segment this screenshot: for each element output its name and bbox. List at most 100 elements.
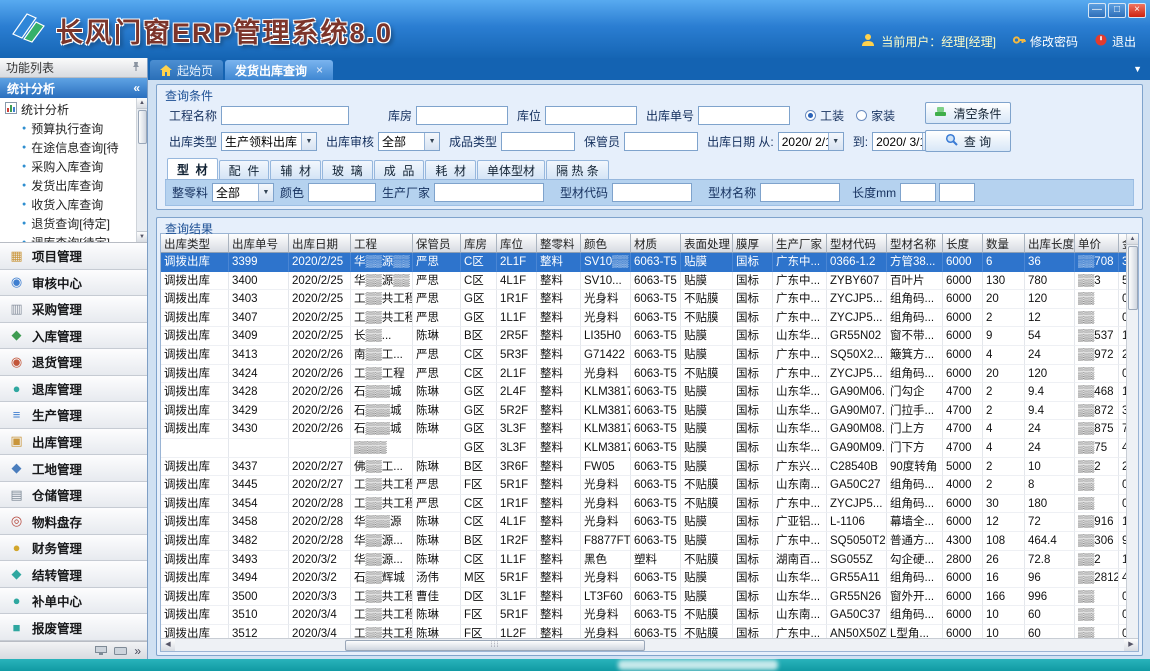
chevron-down-icon[interactable]	[301, 133, 316, 150]
search-button[interactable]: 查 询	[925, 130, 1011, 152]
scrollbar-thumb[interactable]	[138, 110, 147, 144]
table-row[interactable]: 调拨出库34092020/2/25长▒▒...陈琳B区2R5F整料LI35H06…	[161, 327, 1126, 346]
audit-status-select[interactable]: 全部	[378, 132, 440, 151]
column-header[interactable]: 库房	[461, 234, 497, 253]
table-row[interactable]: 调拨出库34582020/2/28华▒▒▒源陈琳C区4L1F整料光身料6063-…	[161, 513, 1126, 532]
column-header[interactable]: 材质	[631, 234, 681, 253]
table-row[interactable]: 调拨出库34452020/2/27工▒▒共工程严思F区5R1F整料光身料6063…	[161, 476, 1126, 495]
sidebar-module[interactable]: ◆结转管理	[0, 561, 147, 588]
collapse-icon[interactable]: «	[133, 81, 140, 95]
chevron-right-icon[interactable]: »	[134, 644, 141, 658]
table-row[interactable]: 调拨出库34032020/2/25工▒▒共工程严思G区1R1F整料光身料6063…	[161, 290, 1126, 309]
column-header[interactable]: 颜色	[581, 234, 631, 253]
scrollbar-thumb[interactable]: ⁞⁞⁞	[345, 640, 645, 651]
manufacturer-input[interactable]	[434, 183, 544, 202]
chevron-down-icon[interactable]	[828, 133, 843, 150]
chevron-down-icon[interactable]: ▼	[1133, 64, 1142, 74]
clear-conditions-button[interactable]: 清空条件	[925, 102, 1011, 124]
date-from-picker[interactable]: 2020/ 2/16	[778, 132, 844, 151]
column-header[interactable]: 出库长度	[1025, 234, 1075, 253]
material-tab[interactable]: 隔 热 条	[546, 160, 609, 179]
table-row[interactable]: ▒▒▒▒G区3L3F整料KLM38176063-T5贴膜国标山东华...GA90…	[161, 439, 1126, 458]
warehouse-input[interactable]	[416, 106, 508, 125]
tree-item[interactable]: ●调库查询[待定]	[5, 233, 135, 243]
table-row[interactable]: 调拨出库34822020/2/28华▒▒源...陈琳B区1R2F整料F8877F…	[161, 532, 1126, 551]
tree-scrollbar[interactable]: ▲ ▼	[136, 98, 147, 242]
chevron-down-icon[interactable]	[258, 184, 273, 201]
chevron-down-icon[interactable]	[424, 133, 439, 150]
column-header[interactable]: 保管员	[413, 234, 461, 253]
scroll-down-icon[interactable]: ▼	[137, 231, 148, 242]
table-row[interactable]: 调拨出库34002020/2/25华▒▒源▒▒严思C区4L1F整料SV10...…	[161, 272, 1126, 291]
column-header[interactable]: 出库日期	[289, 234, 351, 253]
tree-item[interactable]: ●发货出库查询	[5, 176, 135, 195]
column-header[interactable]: 出库单号	[229, 234, 289, 253]
table-row[interactable]: 调拨出库34072020/2/25工▒▒共工程严思G区1L1F整料光身料6063…	[161, 309, 1126, 328]
monitor-icon[interactable]	[95, 644, 107, 658]
sidebar-module[interactable]: ▥采购管理	[0, 296, 147, 323]
scrollbar-thumb[interactable]	[1128, 246, 1138, 310]
length-max-input[interactable]	[939, 183, 975, 202]
sidebar-module[interactable]: ▦项目管理	[0, 243, 147, 270]
horizontal-scrollbar[interactable]: ◀ ⁞⁞⁞ ▶	[161, 638, 1138, 651]
table-row[interactable]: 调拨出库34372020/2/27佛▒▒工...陈琳B区3R6F整料FW0560…	[161, 458, 1126, 477]
table-row[interactable]: 调拨出库34132020/2/26南▒▒工...严思C区5R3F整料G71422…	[161, 346, 1126, 365]
whole-piece-select[interactable]: 全部	[212, 183, 274, 202]
minimize-button[interactable]: —	[1088, 3, 1106, 18]
radio-industrial[interactable]	[805, 110, 816, 121]
outbound-order-no-input[interactable]	[698, 106, 790, 125]
logout-button[interactable]: 退出	[1094, 33, 1136, 50]
column-header[interactable]: 数量	[983, 234, 1025, 253]
outbound-type-select[interactable]: 生产领料出库	[221, 132, 317, 151]
vertical-scrollbar[interactable]: ▲	[1126, 234, 1138, 638]
scroll-up-icon[interactable]: ▲	[1127, 234, 1138, 245]
table-row[interactable]: 调拨出库34292020/2/26石▒▒▒城陈琳G区5R2F整料KLM38176…	[161, 402, 1126, 421]
column-header[interactable]: 库位	[497, 234, 537, 253]
table-row[interactable]: 调拨出库34282020/2/26石▒▒▒城陈琳G区2L4F整料KLM38176…	[161, 383, 1126, 402]
tab-start-page[interactable]: 起始页	[150, 60, 223, 80]
scroll-up-icon[interactable]: ▲	[137, 98, 148, 109]
keyboard-icon[interactable]	[114, 644, 127, 658]
project-name-input[interactable]	[221, 106, 349, 125]
table-row[interactable]: 调拨出库35122020/3/4工▒▒共工程陈琳F区1L2F整料光身料6063-…	[161, 625, 1126, 638]
column-header[interactable]: 型材代码	[827, 234, 887, 253]
column-header[interactable]: 型材名称	[887, 234, 943, 253]
location-input[interactable]	[545, 106, 637, 125]
sidebar-module[interactable]: ◆工地管理	[0, 455, 147, 482]
length-min-input[interactable]	[900, 183, 936, 202]
table-row[interactable]: 调拨出库34542020/2/28工▒▒共工程严思C区1R1F整料光身料6063…	[161, 495, 1126, 514]
sidebar-module[interactable]: ◉退货管理	[0, 349, 147, 376]
sidebar-module[interactable]: ●退库管理	[0, 376, 147, 403]
column-header[interactable]: 金额	[1119, 234, 1126, 253]
material-tab[interactable]: 玻 璃	[322, 160, 373, 179]
column-header[interactable]: 工程	[351, 234, 413, 253]
column-header[interactable]: 长度	[943, 234, 983, 253]
material-tab[interactable]: 成 品	[374, 160, 425, 179]
table-row[interactable]: 调拨出库33992020/2/25华▒▒源▒▒严思C区2L1F整料SV10▒▒6…	[161, 253, 1126, 272]
table-row[interactable]: 调拨出库34242020/2/26工▒▒工程严思C区2L1F整料光身料6063-…	[161, 365, 1126, 384]
profile-code-input[interactable]	[612, 183, 692, 202]
column-header[interactable]: 膜厚	[733, 234, 773, 253]
table-row[interactable]: 调拨出库35102020/3/4工▒▒共工程陈琳F区5R1F整料光身料6063-…	[161, 606, 1126, 625]
material-tab[interactable]: 型 材	[167, 158, 218, 179]
color-input[interactable]	[308, 183, 376, 202]
sidebar-module[interactable]: ●财务管理	[0, 535, 147, 562]
maximize-button[interactable]: □	[1108, 3, 1126, 18]
change-password-link[interactable]: 修改密码	[1012, 33, 1078, 50]
tree-item[interactable]: ●在途信息查询[待	[5, 138, 135, 157]
material-tab[interactable]: 单体型材	[477, 160, 545, 179]
close-button[interactable]: ×	[1128, 3, 1146, 18]
tree-item[interactable]: ●收货入库查询	[5, 195, 135, 214]
close-tab-icon[interactable]: ×	[316, 63, 323, 77]
sidebar-module[interactable]: ◆入库管理	[0, 323, 147, 350]
profile-name-input[interactable]	[760, 183, 840, 202]
product-type-input[interactable]	[501, 132, 575, 151]
scroll-right-icon[interactable]: ▶	[1124, 639, 1138, 651]
table-row[interactable]: 调拨出库35002020/3/3工▒▒共工程曹佳D区3L1F整料LT3F6060…	[161, 588, 1126, 607]
table-row[interactable]: 调拨出库34932020/3/2华▒▒源...陈琳C区1L1F整料黑色塑料不贴膜…	[161, 551, 1126, 570]
sidebar-module[interactable]: ◎物料盘存	[0, 508, 147, 535]
sidebar-group-statistics[interactable]: 统计分析 «	[0, 78, 147, 98]
column-header[interactable]: 表面处理	[681, 234, 733, 253]
table-row[interactable]: 调拨出库34302020/2/26石▒▒▒城陈琳G区3L3F整料KLM38176…	[161, 420, 1126, 439]
scroll-left-icon[interactable]: ◀	[161, 639, 175, 651]
